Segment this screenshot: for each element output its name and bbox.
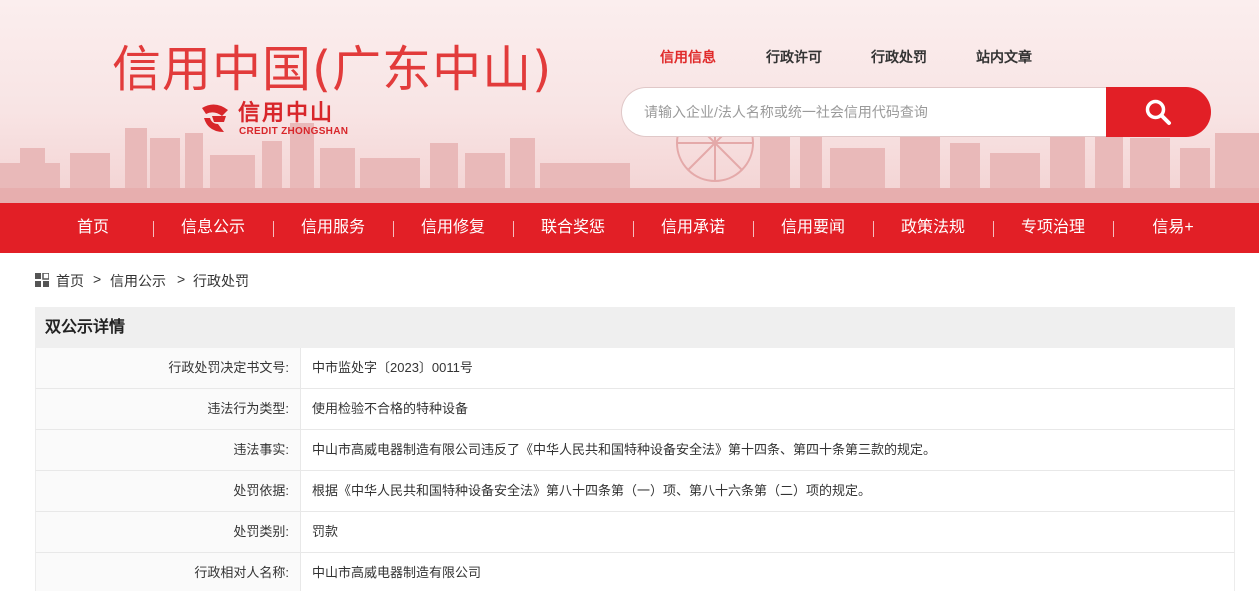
breadcrumb-separator: >	[177, 271, 186, 287]
search-icon	[1145, 99, 1171, 125]
logo-english-text: CREDIT ZHONGSHAN	[239, 126, 349, 137]
row-label: 处罚依据:	[36, 471, 301, 511]
nav-item-home[interactable]: 首页	[33, 203, 153, 253]
panel-title: 双公示详情	[35, 307, 1235, 348]
nav-item-xinyi-plus[interactable]: 信易+	[1113, 203, 1233, 253]
nav-item-credit-news[interactable]: 信用要闻	[753, 203, 873, 253]
site-logo[interactable]: 信用中山 CREDIT ZHONGSHAN	[198, 100, 368, 142]
search-button[interactable]	[1106, 87, 1211, 137]
nav-item-info-disclosure[interactable]: 信息公示	[153, 203, 273, 253]
breadcrumb-separator: >	[93, 271, 102, 287]
detail-row-violation-type: 违法行为类型: 使用检验不合格的特种设备	[35, 389, 1235, 430]
logo-chinese-text: 信用中山	[238, 100, 335, 125]
nav-item-credit-commitment[interactable]: 信用承诺	[633, 203, 753, 253]
detail-row-penalty-category: 处罚类别: 罚款	[35, 512, 1235, 553]
main-nav: 首页 信息公示 信用服务 信用修复 联合奖惩 信用承诺 信用要闻 政策法规 专项…	[0, 203, 1259, 253]
search-bar	[621, 87, 1211, 137]
grid-icon	[35, 273, 49, 287]
row-label: 行政处罚决定书文号:	[36, 348, 301, 388]
detail-panel: 双公示详情 行政处罚决定书文号: 中市监处字〔2023〕0011号 违法行为类型…	[35, 307, 1235, 591]
breadcrumb-home[interactable]: 首页	[56, 271, 84, 291]
top-link-credit-info[interactable]: 信用信息	[660, 47, 716, 67]
row-value: 罚款	[312, 524, 339, 539]
logo-emblem-icon	[202, 104, 228, 132]
nav-item-special-governance[interactable]: 专项治理	[993, 203, 1113, 253]
header-banner: 信用中国(广东中山) 信用中山 CREDIT ZHONGSHAN 信用信息 行政…	[0, 0, 1259, 203]
row-value: 中山市高威电器制造有限公司	[312, 565, 482, 580]
row-value: 中市监处字〔2023〕0011号	[312, 360, 473, 375]
detail-row-counterparty-name: 行政相对人名称: 中山市高威电器制造有限公司	[35, 553, 1235, 591]
row-label: 处罚类别:	[36, 512, 301, 552]
row-value: 根据《中华人民共和国特种设备安全法》第八十四条第（一）项、第八十六条第（二）项的…	[312, 483, 872, 498]
nav-item-joint-rewards[interactable]: 联合奖惩	[513, 203, 633, 253]
detail-row-decision-number: 行政处罚决定书文号: 中市监处字〔2023〕0011号	[35, 348, 1235, 389]
row-value: 中山市高威电器制造有限公司违反了《中华人民共和国特种设备安全法》第十四条、第四十…	[312, 442, 937, 457]
breadcrumb-current: 行政处罚	[193, 273, 249, 289]
detail-row-violation-facts: 违法事实: 中山市高威电器制造有限公司违反了《中华人民共和国特种设备安全法》第十…	[35, 430, 1235, 471]
top-link-admin-penalty[interactable]: 行政处罚	[871, 47, 927, 67]
row-value: 使用检验不合格的特种设备	[312, 401, 469, 416]
search-input[interactable]	[621, 87, 1111, 137]
nav-item-credit-service[interactable]: 信用服务	[273, 203, 393, 253]
nav-item-credit-repair[interactable]: 信用修复	[393, 203, 513, 253]
row-label: 行政相对人名称:	[36, 553, 301, 591]
site-title: 信用中国(广东中山)	[112, 41, 553, 98]
detail-row-penalty-basis: 处罚依据: 根据《中华人民共和国特种设备安全法》第八十四条第（一）项、第八十六条…	[35, 471, 1235, 512]
top-link-site-articles[interactable]: 站内文章	[976, 47, 1032, 67]
row-label: 违法事实:	[36, 430, 301, 470]
top-link-admin-license[interactable]: 行政许可	[766, 47, 822, 67]
nav-item-policy[interactable]: 政策法规	[873, 203, 993, 253]
breadcrumb-credit-disclosure[interactable]: 信用公示	[110, 271, 166, 291]
row-label: 违法行为类型:	[36, 389, 301, 429]
